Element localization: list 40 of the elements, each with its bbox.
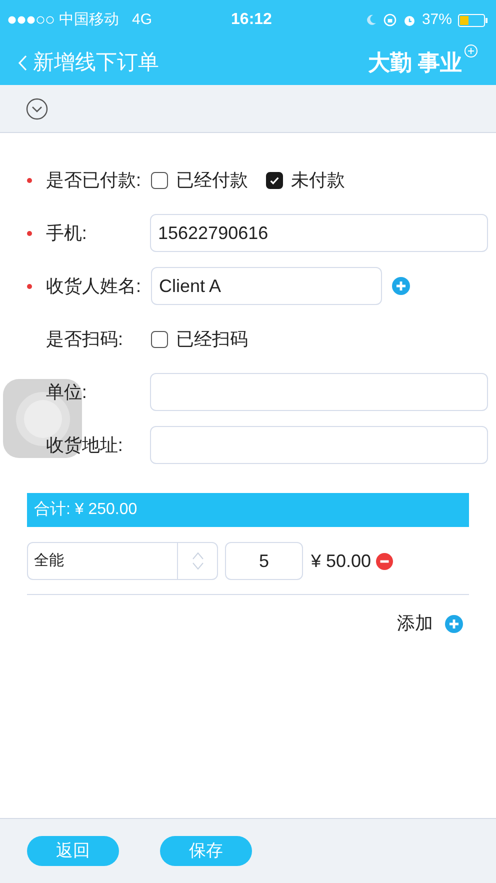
field-label: 手机: (46, 222, 88, 244)
input-field[interactable]: 15622790616 (150, 214, 488, 252)
chevron-down-circle-icon[interactable] (26, 98, 48, 120)
brand-logo: 大勤 事业 (368, 49, 462, 77)
input-field[interactable] (150, 373, 488, 411)
total-amount: 合计: ¥ 250.00 (34, 500, 138, 520)
field-label: 是否已付款: (46, 168, 142, 192)
field-label: 单位: (46, 380, 88, 404)
battery-percent: 37% (422, 10, 452, 30)
up-down-icon (192, 551, 204, 571)
moon-icon (364, 14, 377, 26)
remove-icon[interactable] (376, 552, 394, 570)
checkbox[interactable] (266, 172, 283, 188)
add-label[interactable]: 添加 (397, 610, 433, 637)
product-select[interactable]: 全能 (27, 542, 218, 580)
checkbox-label: 未付款 (291, 168, 345, 192)
battery-icon (458, 14, 488, 26)
quantity-field[interactable]: 5 (225, 542, 303, 580)
checkbox-label: 已经扫码 (176, 328, 248, 350)
check-icon (269, 174, 280, 186)
checkbox-label: 已经付款 (176, 168, 248, 192)
network-type: 4G (132, 10, 152, 30)
chevron-left-icon (18, 54, 27, 70)
lock-rotation-icon (382, 13, 397, 27)
field-label: 收货地址: (46, 434, 124, 456)
add-icon[interactable] (392, 277, 410, 295)
checkbox[interactable] (151, 172, 168, 188)
field-label: 收货人姓名: (46, 274, 142, 298)
field-label: 是否扫码: (46, 328, 124, 350)
carrier-name: 中国移动 (59, 10, 119, 30)
signal-icon (8, 16, 54, 24)
input-field[interactable] (150, 426, 488, 464)
checkbox[interactable] (151, 330, 168, 348)
add-item-icon[interactable] (445, 614, 463, 632)
plus-circle-icon (464, 44, 478, 58)
assistive-touch-button[interactable] (3, 379, 82, 458)
item-price: ¥ 50.00 (311, 550, 372, 572)
alarm-icon (402, 14, 416, 26)
input-field[interactable]: Client A (151, 267, 382, 305)
clock-time: 16:12 (230, 10, 273, 30)
